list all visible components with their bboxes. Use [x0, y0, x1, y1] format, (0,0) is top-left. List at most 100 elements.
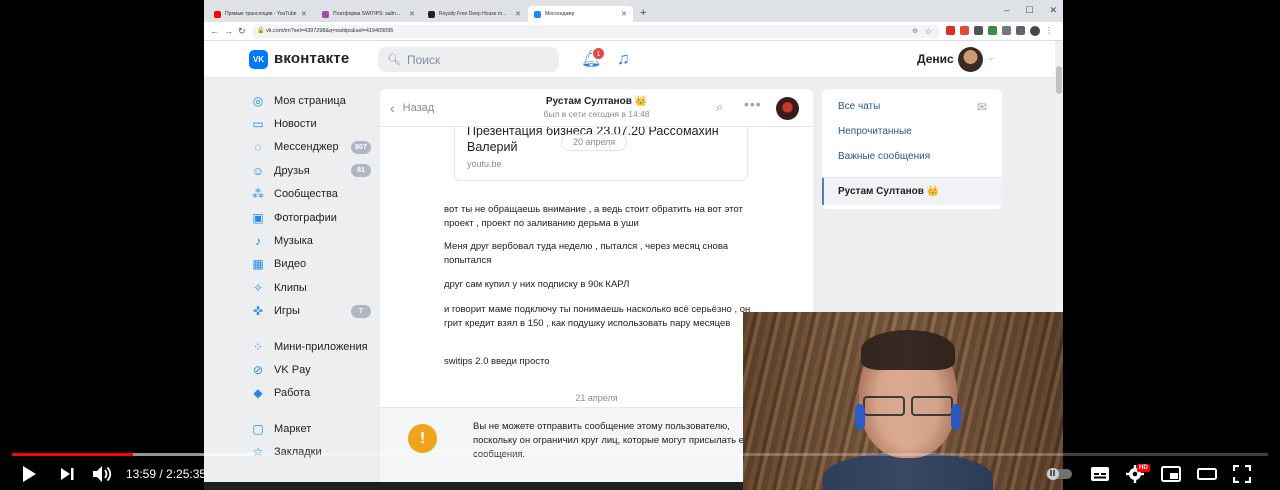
extension-icon[interactable]: [974, 26, 983, 35]
close-icon[interactable]: ✕: [301, 10, 307, 18]
maximize-icon[interactable]: ☐: [1025, 5, 1033, 16]
sidebar-item-clips[interactable]: ✧ Клипы: [248, 276, 373, 299]
message-text: друг сам купил у них подписку в 90к КАРЛ: [444, 279, 630, 290]
play-icon[interactable]: [21, 465, 37, 483]
envelope-icon[interactable]: ✉︎: [977, 100, 987, 114]
vk-logo[interactable]: VK: [249, 50, 268, 69]
search-input[interactable]: [406, 52, 547, 67]
avatar[interactable]: [776, 97, 799, 120]
music-icon[interactable]: ♫: [617, 49, 630, 69]
games-icon: ✜: [252, 304, 264, 319]
theater-mode-icon[interactable]: [1197, 466, 1217, 482]
window-controls: – ☐ ✕: [1004, 5, 1057, 16]
sidebar-item-news[interactable]: ▭ Новости: [248, 112, 373, 135]
browser-tab[interactable]: Платформа SWITIPS: хайп... ✕: [316, 6, 421, 22]
browser-tab[interactable]: Royalty Free Deep House m... ✕: [422, 6, 527, 22]
sidebar-item-label: Работа: [274, 387, 311, 400]
miniplayer-icon[interactable]: [1161, 466, 1181, 482]
count-badge: 7: [351, 304, 371, 318]
site-icon: [428, 10, 435, 18]
sidebar-item-market[interactable]: ▢ Маркет: [248, 417, 373, 440]
tab-strip: Прямые трансляции - YouTube ✕ Платформа …: [204, 0, 1063, 22]
sidebar-item-photos[interactable]: ▣ Фотографии: [248, 206, 373, 229]
close-icon[interactable]: ✕: [409, 10, 415, 18]
new-tab-button[interactable]: +: [640, 7, 646, 19]
site-icon: [322, 10, 329, 18]
sidebar-item-label: Мини-приложения: [274, 340, 368, 353]
sidebar-item-label: Видео: [274, 258, 307, 271]
sidebar-item-music[interactable]: ♪ Музыка: [248, 229, 373, 252]
more-icon[interactable]: •••: [744, 96, 762, 112]
search-icon: 🔍︎: [387, 54, 401, 66]
user-name[interactable]: Денис: [917, 52, 954, 66]
filter-all-chats[interactable]: Все чаты: [838, 101, 880, 112]
sidebar-item-messenger[interactable]: ◌ Мессенджер 807: [248, 136, 373, 159]
browser-tab[interactable]: Прямые трансляции - YouTube ✕: [208, 6, 313, 22]
browser-tab-active[interactable]: Мессенджер ✕: [528, 6, 633, 22]
video-icon: ▦: [252, 257, 264, 272]
vk-icon: [534, 10, 541, 18]
kebab-menu-icon[interactable]: ⋮: [1045, 26, 1054, 35]
messenger-icon: ◌: [254, 140, 262, 155]
message-text: switips 2.0 введи просто: [444, 356, 550, 367]
sidebar-item-vkpay[interactable]: ⊘ VK Pay: [248, 358, 373, 381]
friends-icon: ☺: [251, 163, 265, 178]
forward-arrow-icon[interactable]: →: [224, 25, 233, 37]
filter-important[interactable]: Важные сообщения: [838, 151, 930, 162]
next-icon[interactable]: [60, 467, 74, 481]
sidebar-item-work[interactable]: ◆ Работа: [248, 382, 373, 405]
back-arrow-icon[interactable]: ←: [210, 25, 219, 37]
hd-badge: HD: [1137, 464, 1150, 472]
extension-icon[interactable]: [988, 26, 997, 35]
fullscreen-icon[interactable]: [1233, 465, 1251, 483]
message-text: и говорит маме подключу ты понимаешь нас…: [444, 304, 751, 329]
video-progress-bar[interactable]: [12, 453, 1268, 456]
sidebar-item-video[interactable]: ▦ Видео: [248, 253, 373, 276]
chevron-down-icon[interactable]: ⌄: [988, 53, 995, 62]
message-text: Меня друг вербовал туда неделю , пытался…: [444, 241, 729, 266]
webcam-overlay: [743, 312, 1063, 490]
filter-unread[interactable]: Непрочитанные: [838, 126, 912, 137]
left-nav: ◎ Моя страница ▭ Новости ◌ Мессенджер 807 ☺ Д…: [248, 89, 373, 464]
close-window-icon[interactable]: ✕: [1049, 5, 1057, 16]
sidebar-item-communities[interactable]: ⁂ Сообщества: [248, 183, 373, 206]
sidebar-item-label: VK Pay: [274, 363, 311, 376]
clips-icon: ✧: [252, 280, 264, 295]
close-icon[interactable]: ✕: [515, 10, 521, 18]
active-chat-name: Рустам Султанов 👑: [838, 186, 940, 197]
warning-icon: !: [408, 424, 437, 453]
date-separator: 20 апреля: [561, 134, 628, 151]
sidebar-item-games[interactable]: ✜ Игры 7: [248, 300, 373, 323]
reload-icon[interactable]: ↻: [238, 25, 246, 37]
volume-icon[interactable]: [92, 465, 114, 483]
extension-icon[interactable]: [946, 26, 955, 35]
address-bar[interactable]: 🔒 vk.com/im?sel=4397298&q=switips&sel=41…: [252, 25, 940, 38]
sidebar-item-label: Мессенджер: [274, 141, 339, 154]
extension-icon[interactable]: [1016, 26, 1025, 35]
chat-header: ‹ Назад Рустам Султанов 👑 был в сети сег…: [380, 89, 813, 127]
close-icon[interactable]: ✕: [621, 10, 627, 18]
zoom-icon[interactable]: ⊖: [912, 25, 918, 38]
extension-icon[interactable]: [960, 26, 969, 35]
active-chat-item[interactable]: Рустам Султанов 👑: [822, 178, 1002, 205]
autoplay-toggle[interactable]: [1046, 468, 1072, 480]
count-badge: 81: [351, 164, 371, 178]
lock-icon: 🔒: [257, 28, 265, 34]
vk-brand[interactable]: вконтакте: [274, 50, 349, 67]
sidebar-item-label: Друзья: [274, 164, 310, 177]
sidebar-item-my-page[interactable]: ◎ Моя страница: [248, 89, 373, 112]
star-icon[interactable]: ☆: [925, 25, 932, 38]
avatar[interactable]: [958, 47, 983, 72]
search-icon[interactable]: ⌕: [716, 99, 723, 115]
chat-filters-panel: Все чаты ✉︎ Непрочитанные Важные сообщен…: [822, 89, 1002, 209]
minimize-icon[interactable]: –: [1004, 5, 1009, 16]
sidebar-item-label: Маркет: [274, 422, 312, 435]
search-box[interactable]: 🔍︎: [378, 47, 559, 72]
notification-badge: 1: [592, 47, 605, 60]
sidebar-item-friends[interactable]: ☺ Друзья 81: [248, 159, 373, 182]
subtitles-icon[interactable]: [1090, 466, 1110, 482]
scrollbar-thumb[interactable]: [1056, 66, 1062, 94]
puzzle-icon[interactable]: [1002, 26, 1011, 35]
sidebar-item-mini-apps[interactable]: ⁘ Мини-приложения: [248, 335, 373, 358]
profile-icon[interactable]: [1030, 26, 1040, 36]
